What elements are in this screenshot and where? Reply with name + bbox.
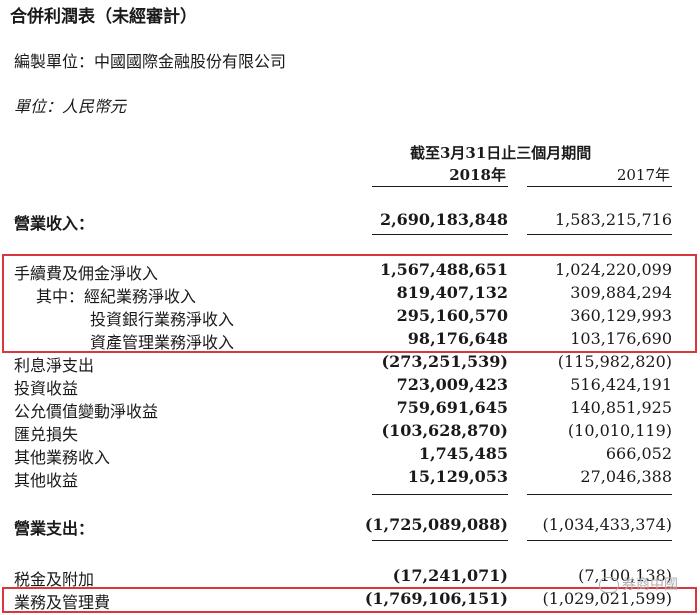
row-label: 業務及管理費 [14,593,111,612]
current-value: 98,176,648 [407,329,508,348]
row-label: 營業收入： [14,214,95,233]
table-row: 公允價值變動淨收益 759,691,645 140,851,925 [0,398,700,421]
current-year-header: 2018年 [449,166,506,184]
prior-value: 1,583,215,716 [554,210,672,229]
table-row: 營業收入： 2,690,183,848 1,583,215,716 [0,210,700,233]
current-value: 1,745,485 [418,444,508,463]
chat-bubble-icon [599,577,619,593]
row-label: 其他業務收入 [14,448,111,467]
current-value: 819,407,132 [396,283,508,302]
table-row: 手續費及佣金淨收入 1,567,488,651 1,024,220,099 [0,260,700,283]
row-label: 投資收益 [14,379,79,398]
row-label: 利息淨支出 [14,356,95,375]
row-label: 手續費及佣金淨收入 [14,264,159,283]
row-label: 公允價值變動淨收益 [14,402,159,421]
row-label: 投資銀行業務淨收入 [90,310,235,329]
prior-value: 516,424,191 [570,375,672,394]
prior-value: 1,024,220,099 [554,260,672,279]
row-label: 資產管理業務淨收入 [90,333,235,352]
prior-value: 140,851,925 [570,398,672,417]
current-value: 2,690,183,848 [379,210,508,229]
table-row: 投資收益 723,009,423 516,424,191 [0,375,700,398]
prior-value: (115,982,820) [557,352,672,371]
header-underline-current [372,186,508,187]
current-value: (103,628,870) [381,421,508,440]
header-underline-prior [527,186,672,187]
row-label: 營業支出： [14,519,95,538]
statement-title: 合併利潤表（未經審計） [10,7,197,27]
row-label: 匯兑損失 [14,425,79,444]
row-label: 其中：經紀業務淨收入 [36,287,197,306]
expense-underline-current [372,540,508,541]
period-header: 截至3月31日止三個月期間 [410,144,592,162]
prior-value: 309,884,294 [570,283,672,302]
expense-underline-prior [527,540,672,541]
current-value: 723,009,423 [396,375,508,394]
revenue-subtotal-line-current [372,494,508,495]
table-row: 利息淨支出 (273,251,539) (115,982,820) [0,352,700,375]
current-value: (273,251,539) [381,352,508,371]
prior-value: 360,129,993 [570,306,672,325]
current-value: 15,129,053 [407,467,508,486]
prior-value: 103,176,690 [570,329,672,348]
table-row: 資產管理業務淨收入 98,176,648 103,176,690 [0,329,700,352]
prior-value: 27,046,388 [580,467,672,486]
current-value: 1,567,488,651 [379,260,508,279]
compiler-line: 編製單位：中國國際金融股份有限公司 [14,52,287,71]
prior-value: 666,052 [605,444,672,463]
current-value: 295,160,570 [396,306,508,325]
current-value: (17,241,071) [392,566,508,585]
current-value: (1,725,089,088) [364,515,508,534]
table-row: 匯兑損失 (103,628,870) (10,010,119) [0,421,700,444]
table-row: 營業支出： (1,725,089,088) (1,034,433,374) [0,515,700,538]
prior-value: (1,034,433,374) [542,515,672,534]
prior-value: (10,010,119) [567,421,672,440]
revenue-subtotal-line-prior [527,494,672,495]
table-row: 其他業務收入 1,745,485 666,052 [0,444,700,467]
table-row: 税金及附加 (17,241,071) (7,100,138) [0,566,700,589]
table-row: 其中：經紀業務淨收入 819,407,132 309,884,294 [0,283,700,306]
current-value: 759,691,645 [396,398,508,417]
table-row: 投資銀行業務淨收入 295,160,570 360,129,993 [0,306,700,329]
watermark-text: 券商中國 [622,577,678,593]
row-label: 其他收益 [14,471,79,490]
prior-year-header: 2017年 [616,166,670,184]
currency-unit: 單位：人民幣元 [14,97,127,116]
revenue-underline-current [372,234,508,235]
table-row: 業務及管理費 (1,769,106,151) (1,029,021,599) [0,589,700,612]
revenue-underline-prior [527,234,672,235]
table-row: 其他收益 15,129,053 27,046,388 [0,467,700,490]
watermark: 券商中國 [599,574,678,594]
current-value: (1,769,106,151) [364,589,508,608]
